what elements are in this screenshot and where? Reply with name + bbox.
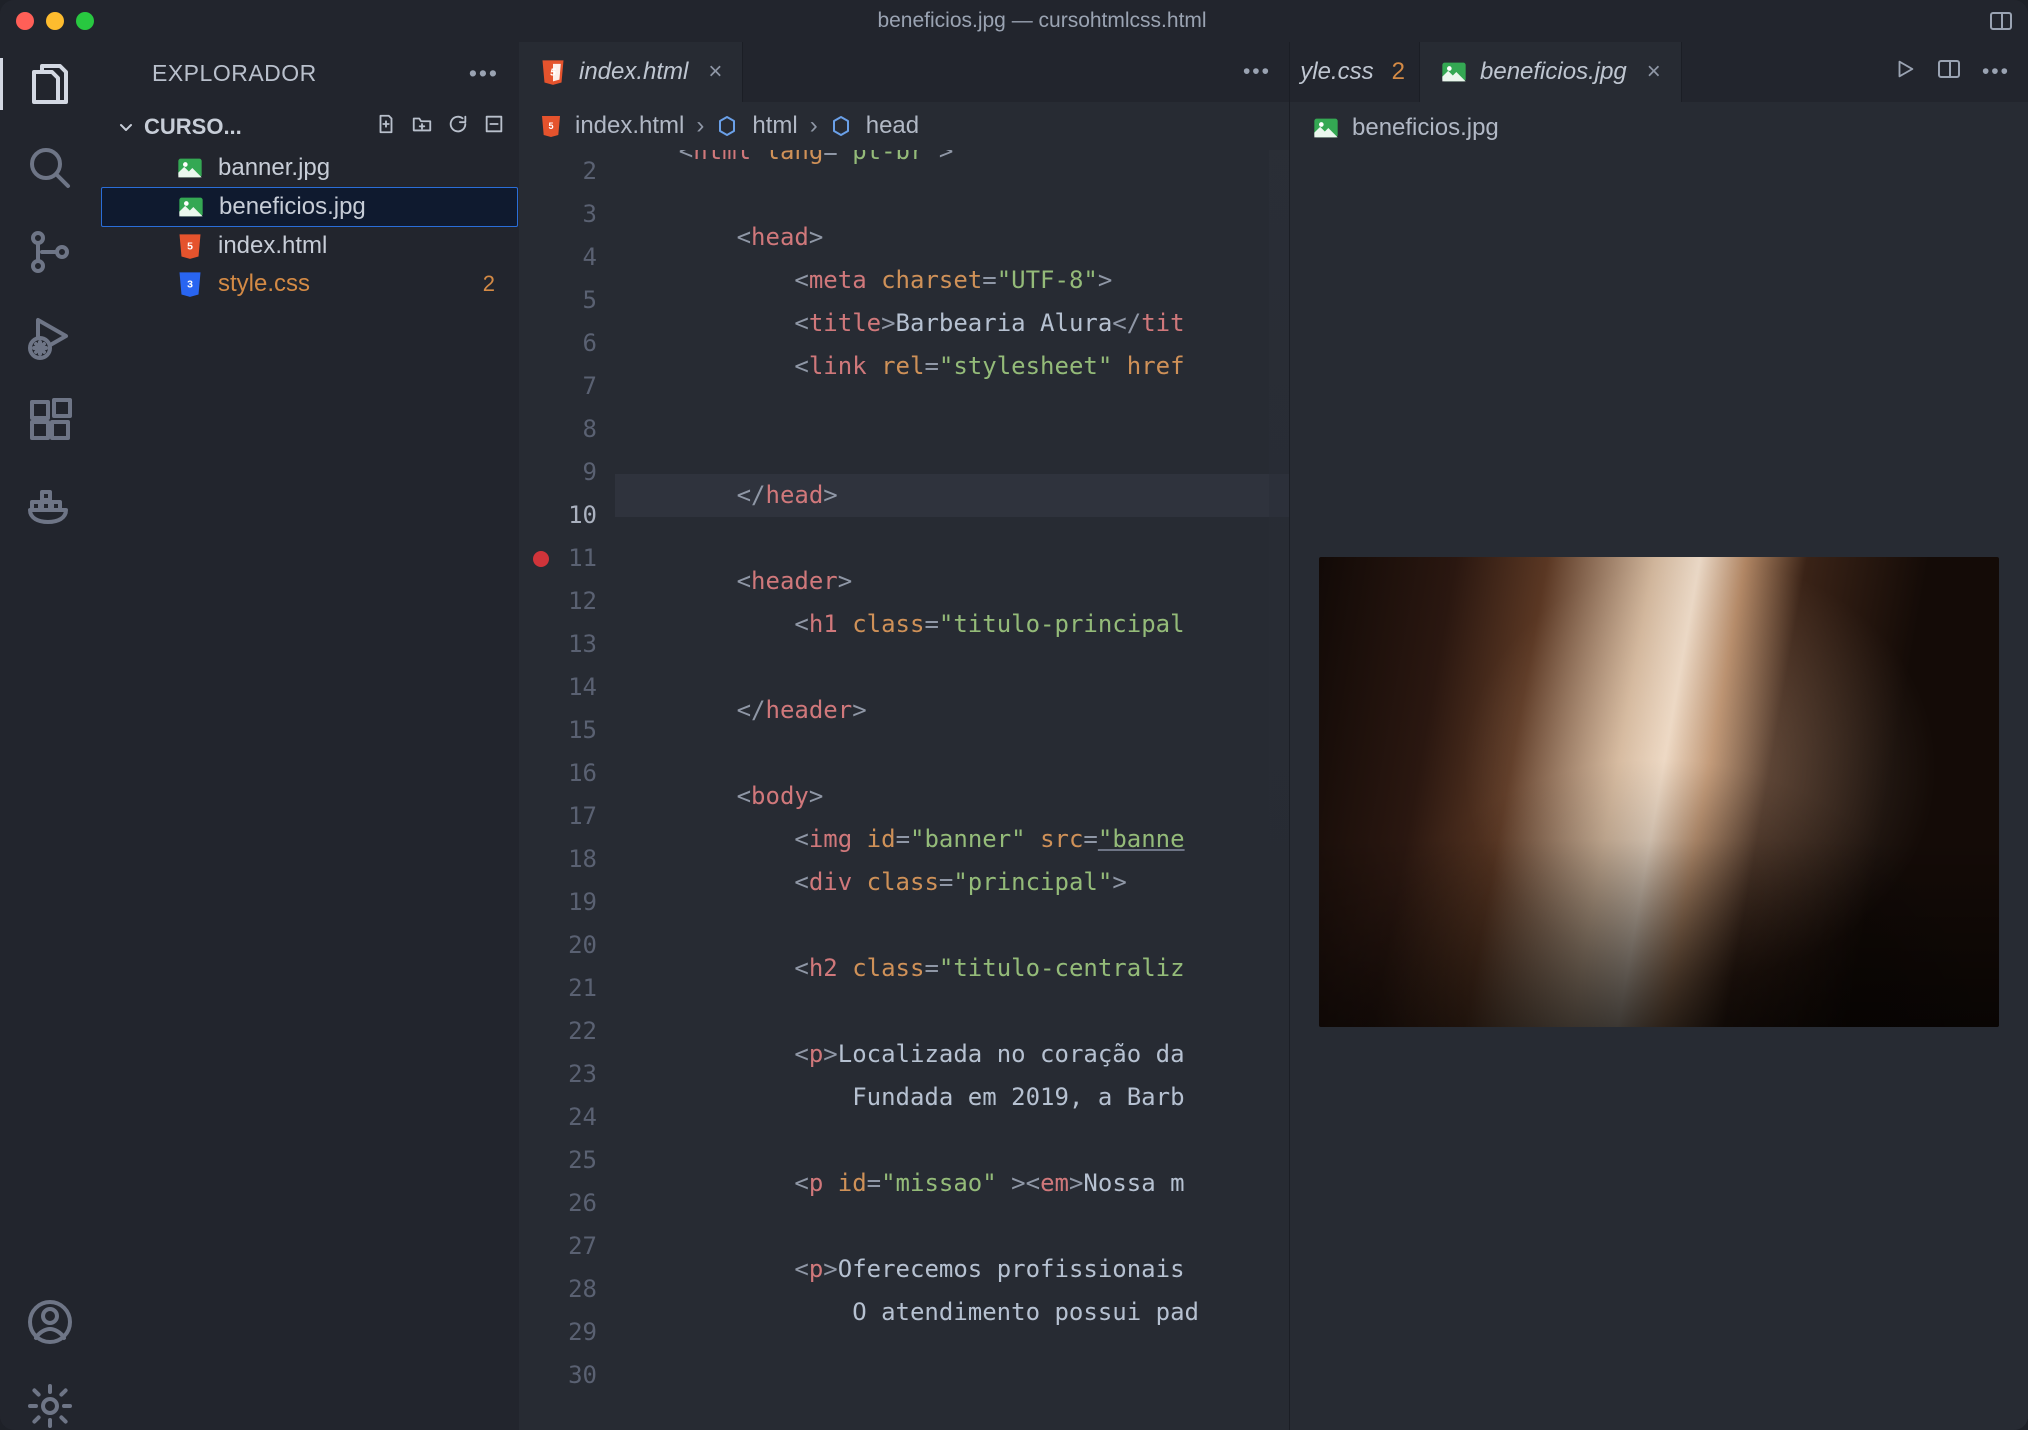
problems-badge: 2 bbox=[1392, 58, 1405, 86]
refresh-icon[interactable] bbox=[447, 113, 469, 141]
tab-close-icon[interactable]: × bbox=[1647, 58, 1661, 86]
image-file-icon bbox=[176, 154, 204, 182]
chevron-right-icon: › bbox=[810, 112, 818, 140]
activity-docker[interactable] bbox=[26, 480, 74, 528]
svg-text:5: 5 bbox=[187, 241, 193, 253]
activity-run-debug[interactable] bbox=[26, 312, 74, 360]
tab-style-css[interactable]: yle.css 2 bbox=[1290, 42, 1420, 102]
breadcrumb-file: beneficios.jpg bbox=[1352, 114, 1499, 142]
folder-name: CURSO... bbox=[144, 114, 242, 140]
image-file-icon bbox=[1312, 114, 1340, 142]
activity-search[interactable] bbox=[26, 144, 74, 192]
breadcrumb-node: html bbox=[752, 112, 797, 140]
file-name: banner.jpg bbox=[218, 154, 330, 182]
run-icon[interactable] bbox=[1894, 58, 1916, 86]
activity-settings[interactable] bbox=[26, 1382, 74, 1430]
svg-text:3: 3 bbox=[187, 279, 193, 291]
titlebar-right bbox=[1990, 12, 2012, 30]
file-name: index.html bbox=[218, 232, 327, 260]
breadcrumb-right[interactable]: beneficios.jpg bbox=[1290, 102, 2028, 154]
sidebar-more-icon[interactable]: ••• bbox=[469, 60, 499, 87]
window-title: beneficios.jpg — cursohtmlcss.html bbox=[94, 9, 1990, 33]
activity-account[interactable] bbox=[26, 1298, 74, 1346]
file-name: beneficios.jpg bbox=[219, 193, 366, 221]
breadcrumb-node: head bbox=[866, 112, 919, 140]
maximize-window[interactable] bbox=[76, 12, 94, 30]
minimize-window[interactable] bbox=[46, 12, 64, 30]
problems-badge: 2 bbox=[483, 271, 503, 297]
sidebar-title: EXPLORADOR bbox=[152, 60, 317, 87]
workbench: EXPLORADOR ••• CURSO... banner.jpg benefi… bbox=[0, 42, 2028, 1430]
layout-icon[interactable] bbox=[1990, 12, 2012, 30]
vscode-window: beneficios.jpg — cursohtmlcss.html bbox=[0, 0, 2028, 1430]
minimap[interactable] bbox=[1269, 150, 1289, 1430]
file-beneficios-jpg[interactable]: beneficios.jpg bbox=[101, 187, 518, 227]
tab-index-html[interactable]: 5 index.html × bbox=[519, 42, 743, 102]
editor-more-icon[interactable]: ••• bbox=[1243, 60, 1271, 84]
file-index-html[interactable]: 5 index.html bbox=[100, 227, 519, 265]
preview-image bbox=[1319, 557, 1999, 1027]
activity-bar bbox=[0, 42, 100, 1430]
close-window[interactable] bbox=[16, 12, 34, 30]
new-folder-icon[interactable] bbox=[411, 113, 433, 141]
sidebar-header: EXPLORADOR ••• bbox=[100, 50, 519, 107]
html-file-icon: 5 bbox=[176, 232, 204, 260]
svg-text:5: 5 bbox=[550, 67, 556, 79]
tab-label: index.html bbox=[579, 58, 688, 86]
editor-area: 5 index.html × ••• 5 index.html › html › bbox=[519, 42, 2028, 1430]
folder-toolbar bbox=[375, 113, 505, 141]
tab-close-icon[interactable]: × bbox=[708, 58, 722, 86]
file-tree: banner.jpg beneficios.jpg 5 index.html 3 styl… bbox=[100, 147, 519, 303]
split-editor-icon[interactable] bbox=[1938, 60, 1960, 84]
tabs-right: yle.css 2 beneficios.jpg × ••• bbox=[1290, 42, 2028, 102]
file-name: style.css bbox=[218, 270, 310, 298]
svg-text:5: 5 bbox=[548, 121, 553, 131]
symbol-icon bbox=[830, 114, 854, 138]
image-file-icon bbox=[1440, 58, 1468, 86]
window-controls bbox=[16, 12, 94, 30]
tab-tools-right: ••• bbox=[1876, 42, 2028, 102]
html-file-icon: 5 bbox=[539, 58, 567, 86]
chevron-right-icon: › bbox=[696, 112, 704, 140]
tab-beneficios-jpg[interactable]: beneficios.jpg × bbox=[1420, 42, 1682, 102]
line-gutter[interactable]: 2345678910111213141516171819202122232425… bbox=[519, 150, 615, 1430]
tab-tools-left: ••• bbox=[1225, 42, 1289, 102]
explorer-sidebar: EXPLORADOR ••• CURSO... banner.jpg benefi… bbox=[100, 42, 519, 1430]
activity-extensions[interactable] bbox=[26, 396, 74, 444]
image-file-icon bbox=[177, 193, 205, 221]
chevron-down-icon bbox=[118, 119, 134, 135]
file-banner-jpg[interactable]: banner.jpg bbox=[100, 149, 519, 187]
titlebar: beneficios.jpg — cursohtmlcss.html bbox=[0, 0, 2028, 42]
tab-label: beneficios.jpg bbox=[1480, 58, 1627, 86]
activity-explorer[interactable] bbox=[26, 60, 74, 108]
code-lines[interactable]: <html lang="pt-br"> <head> <meta charset… bbox=[615, 150, 1289, 1430]
html-file-icon: 5 bbox=[539, 114, 563, 138]
css-file-icon: 3 bbox=[176, 270, 204, 298]
activity-source-control[interactable] bbox=[26, 228, 74, 276]
editor-more-icon[interactable]: ••• bbox=[1982, 60, 2010, 84]
collapse-icon[interactable] bbox=[483, 113, 505, 141]
editor-group-left: 5 index.html × ••• 5 index.html › html › bbox=[519, 42, 1289, 1430]
file-style-css[interactable]: 3 style.css 2 bbox=[100, 265, 519, 303]
editor-group-right: yle.css 2 beneficios.jpg × ••• bbox=[1289, 42, 2028, 1430]
tab-label: yle.css bbox=[1300, 58, 1373, 86]
breakpoint-icon[interactable] bbox=[533, 551, 549, 567]
breadcrumb[interactable]: 5 index.html › html › head bbox=[519, 102, 1289, 150]
code-editor[interactable]: 2345678910111213141516171819202122232425… bbox=[519, 150, 1289, 1430]
breadcrumb-file: index.html bbox=[575, 112, 684, 140]
tabs-left: 5 index.html × ••• bbox=[519, 42, 1289, 102]
workspace-folder[interactable]: CURSO... bbox=[100, 107, 519, 147]
symbol-icon bbox=[716, 114, 740, 138]
image-preview[interactable] bbox=[1290, 154, 2028, 1430]
new-file-icon[interactable] bbox=[375, 113, 397, 141]
